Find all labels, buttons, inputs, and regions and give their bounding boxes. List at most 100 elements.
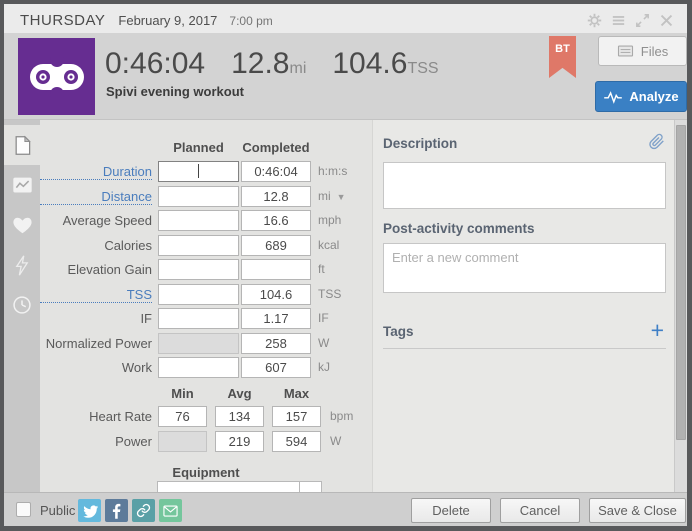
analyze-button-label: Analyze [629,89,679,104]
email-icon[interactable] [159,499,182,522]
distance-unit-dropdown-icon[interactable]: ▼ [337,187,346,208]
completed-column-header: Completed [242,140,310,155]
vertical-scrollbar[interactable] [674,120,687,492]
save-close-button[interactable]: Save & Close [589,498,686,523]
summary-distance: 12.8 [231,47,290,80]
duration-label[interactable]: Duration [40,161,152,180]
average-speed-row: Average Speed mph [40,210,372,232]
duration-unit: h:m:s [318,164,348,178]
heart-rate-avg-input[interactable] [215,406,264,427]
tss-completed-input[interactable] [241,283,311,305]
scrollbar-thumb[interactable] [676,125,686,440]
power-unit: W [330,434,342,448]
files-button[interactable]: Files [598,36,687,66]
distance-planned-input[interactable] [158,185,239,207]
distance-row: Distance mi ▼ [40,185,372,208]
calories-label: Calories [104,237,152,253]
heart-rate-label: Heart Rate [89,409,152,424]
weekday-label: THURSDAY [20,12,106,29]
power-avg-input[interactable] [215,431,264,452]
delete-button[interactable]: Delete [411,498,491,523]
left-tab-sidebar [4,120,40,492]
distance-completed-input[interactable] [241,185,311,207]
public-checkbox[interactable] [16,502,31,517]
calories-unit: kcal [318,237,340,252]
normalized-power-row: Normalized Power W [40,332,372,355]
workout-title: Spivi evening workout [106,84,244,99]
window-controls [586,12,675,29]
power-max-input[interactable] [272,431,321,452]
tags-header: Tags [383,324,414,339]
summary-stats: 0:46:04 12.8 mi 104.6 TSS [105,47,439,81]
cancel-button[interactable]: Cancel [500,498,580,523]
power-label: Power [115,434,152,449]
elevation-gain-planned-input[interactable] [158,259,239,280]
tab-heart-rate[interactable] [4,205,40,245]
hamburger-icon[interactable] [610,12,627,29]
average-speed-planned-input[interactable] [158,210,239,231]
elevation-gain-completed-input[interactable] [241,259,311,280]
planned-column-header: Planned [173,140,224,155]
power-row: Power W [40,431,372,453]
work-row: Work kJ [40,357,372,379]
link-icon[interactable] [132,499,155,522]
sport-tile [18,38,95,115]
summary-tss: 104.6 [332,47,408,80]
if-planned-input[interactable] [158,308,239,329]
work-completed-input[interactable] [241,357,311,378]
if-completed-input[interactable] [241,308,311,329]
equipment-header: Equipment [172,465,240,480]
dialog-header: THURSDAY February 9, 2017 7:00 pm [4,4,687,33]
work-label: Work [121,360,152,375]
average-speed-completed-input[interactable] [241,210,311,231]
tags-divider [383,348,666,349]
twitter-icon[interactable] [78,499,101,522]
heart-rate-max-input[interactable] [272,406,321,427]
tab-summary[interactable] [4,125,40,165]
tss-row: TSS TSS [40,283,372,306]
expand-icon[interactable] [634,12,651,29]
duration-row: Duration h:m:s [40,161,372,183]
normalized-power-completed-input[interactable] [241,332,311,354]
facebook-icon[interactable] [105,499,128,522]
gear-icon[interactable] [586,12,603,29]
normalized-power-unit: W [318,335,330,350]
calories-planned-input[interactable] [158,234,239,256]
heart-rate-row: Heart Rate bpm [40,406,372,428]
files-icon [617,45,633,57]
tab-charts[interactable] [4,165,40,205]
distance-unit: mi [318,188,331,203]
tss-label[interactable]: TSS [40,284,152,303]
add-tag-button[interactable]: + [651,319,664,342]
work-planned-input[interactable] [158,357,239,378]
workout-summary-band: 0:46:04 12.8 mi 104.6 TSS Spivi evening … [4,33,687,120]
heart-rate-unit: bpm [330,409,354,423]
distance-label[interactable]: Distance [40,186,152,205]
paperclip-icon[interactable] [648,132,666,152]
summary-tss-unit: TSS [407,60,439,77]
max-column-header: Max [283,386,310,401]
if-unit: IF [318,311,329,325]
description-textarea[interactable] [383,162,666,209]
public-label: Public [40,503,76,518]
lightning-icon [15,255,29,275]
comment-textarea[interactable] [383,243,666,293]
power-min-input [158,431,207,452]
elevation-gain-label: Elevation Gain [67,262,152,277]
if-label: IF [140,311,152,326]
elevation-gain-unit: ft [318,262,325,276]
if-row: IF IF [40,308,372,330]
tab-time[interactable] [4,285,40,325]
waveform-icon [604,90,623,104]
tab-power[interactable] [4,245,40,285]
tss-planned-input[interactable] [158,283,239,305]
calories-completed-input[interactable] [241,234,311,256]
clock-icon [13,296,31,314]
date-label: February 9, 2017 [118,13,218,28]
min-column-header: Min [171,386,194,401]
duration-completed-input[interactable] [241,161,311,182]
analyze-button[interactable]: Analyze [595,81,687,112]
workout-dialog: THURSDAY February 9, 2017 7:00 pm 0:46:0… [0,0,692,531]
heart-rate-min-input[interactable] [158,406,207,427]
close-icon[interactable] [658,12,675,29]
